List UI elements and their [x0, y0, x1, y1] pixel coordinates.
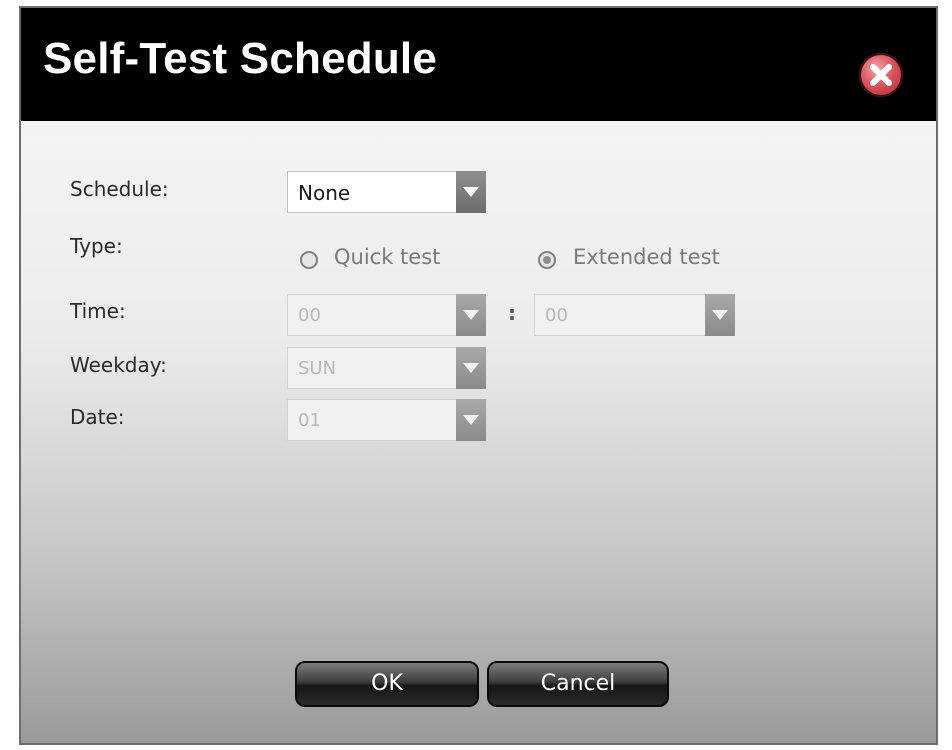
- type-label: Type:: [70, 234, 123, 258]
- dialog-body: Schedule: None Type: Quick test Extended…: [21, 121, 936, 743]
- date-label: Date:: [70, 405, 125, 429]
- time-label: Time:: [70, 299, 126, 323]
- dialog-titlebar: Self-Test Schedule: [21, 8, 936, 121]
- time-hour-value: 00: [298, 305, 321, 326]
- time-minute-select[interactable]: 00: [534, 294, 735, 336]
- self-test-schedule-dialog: Self-Test Schedule Schedule: None Type: …: [19, 6, 938, 745]
- extended-test-radio[interactable]: [538, 251, 556, 269]
- chevron-down-icon[interactable]: [705, 294, 735, 336]
- schedule-label: Schedule:: [70, 177, 169, 201]
- weekday-value: SUN: [298, 358, 337, 379]
- weekday-label: Weekday:: [70, 353, 167, 377]
- date-value: 01: [298, 410, 321, 431]
- schedule-value: None: [298, 181, 351, 205]
- date-select[interactable]: 01: [287, 399, 486, 441]
- time-minute-value: 00: [545, 305, 568, 326]
- chevron-down-icon[interactable]: [456, 347, 486, 389]
- quick-test-label: Quick test: [334, 245, 441, 269]
- quick-test-radio[interactable]: [300, 251, 318, 269]
- schedule-select[interactable]: None: [287, 171, 486, 213]
- chevron-down-icon[interactable]: [456, 171, 486, 213]
- close-button[interactable]: [859, 53, 903, 97]
- cancel-button[interactable]: Cancel: [487, 661, 669, 707]
- time-separator: :: [508, 301, 516, 325]
- dialog-title: Self-Test Schedule: [43, 34, 437, 83]
- close-icon: [870, 64, 892, 86]
- chevron-down-icon[interactable]: [456, 294, 486, 336]
- weekday-select[interactable]: SUN: [287, 347, 486, 389]
- ok-button[interactable]: OK: [295, 661, 479, 707]
- chevron-down-icon[interactable]: [456, 399, 486, 441]
- time-hour-select[interactable]: 00: [287, 294, 486, 336]
- extended-test-label: Extended test: [573, 245, 720, 269]
